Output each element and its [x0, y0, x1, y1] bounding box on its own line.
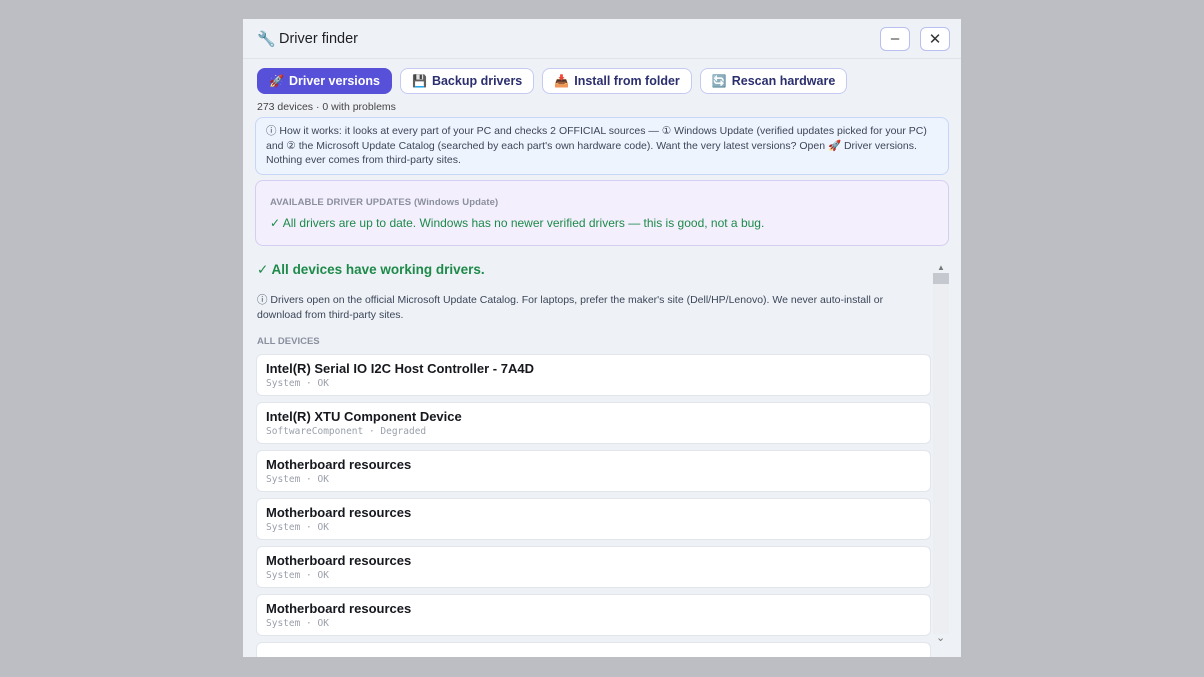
device-status: System · OK [266, 474, 329, 485]
driver-versions-button[interactable]: 🚀 Driver versions [257, 68, 392, 94]
install-from-folder-label: Install from folder [574, 74, 680, 88]
wrench-icon: 🔧 [257, 30, 276, 48]
install-from-folder-button[interactable]: 📥 Install from folder [542, 68, 692, 94]
device-list: Intel(R) Serial IO I2C Host Controller -… [256, 354, 931, 657]
drivers-ok-heading: ✓ All devices have working drivers. [257, 262, 485, 277]
device-name: Motherboard resources [266, 553, 412, 568]
device-status: SoftwareComponent · Degraded [266, 426, 427, 437]
minimize-button[interactable]: – [880, 26, 910, 51]
device-status: System · OK [266, 570, 329, 581]
available-updates-panel: AVAILABLE DRIVER UPDATES (Windows Update… [255, 179, 949, 246]
scroll-up-icon[interactable]: ▲ [937, 263, 945, 272]
device-name: Intel(R) Serial IO I2C Host Controller -… [266, 361, 534, 376]
catalog-note: ⓘ Drivers open on the official Microsoft… [257, 294, 884, 321]
device-row[interactable]: Motherboard resources System · OK [256, 498, 931, 540]
how-it-works-text: ⓘ How it works: it looks at every part o… [266, 125, 927, 166]
title-bar: 🔧 Driver finder – ✕ [243, 19, 961, 59]
device-name: Motherboard resources [266, 505, 412, 520]
device-summary: 273 devices · 0 with problems [257, 101, 396, 113]
scrollbar-thumb[interactable] [933, 273, 949, 284]
device-name: Intel(R) XTU Component Device [266, 409, 462, 424]
device-row[interactable]: Motherboard resources System · OK [256, 450, 931, 492]
devices-scroll-area[interactable]: ✓ All devices have working drivers. ⓘ Dr… [243, 259, 961, 657]
device-status: System · OK [266, 522, 329, 533]
install-icon: 📥 [554, 74, 570, 88]
rescan-icon: 🔄 [711, 74, 727, 88]
backup-drivers-label: Backup drivers [431, 74, 523, 88]
device-status: System · OK [266, 378, 329, 389]
backup-drivers-button[interactable]: 💾 Backup drivers [399, 68, 535, 94]
window-title: Driver finder [279, 30, 358, 47]
available-updates-title: AVAILABLE DRIVER UPDATES (Windows Update… [270, 196, 499, 208]
device-status: System · OK [266, 618, 329, 629]
save-icon: 💾 [411, 74, 427, 88]
updates-status-message: ✓ All drivers are up to date. Windows ha… [270, 215, 765, 230]
device-row[interactable]: Intel(R) Serial IO I2C Host Controller -… [256, 354, 931, 396]
device-row[interactable]: Motherboard resources System · OK [256, 546, 931, 588]
rescan-hardware-label: Rescan hardware [731, 74, 836, 88]
scroll-down-icon[interactable]: ⌄ [936, 631, 945, 644]
device-row[interactable]: Motherboard resources System · OK [256, 594, 931, 636]
all-devices-title: ALL DEVICES [257, 336, 320, 347]
rescan-hardware-button[interactable]: 🔄 Rescan hardware [699, 68, 848, 94]
device-name: Motherboard resources [266, 601, 412, 616]
driver-versions-label: Driver versions [288, 74, 380, 88]
vertical-scrollbar[interactable]: ▲ ⌄ [933, 259, 949, 657]
driver-finder-window: 🔧 Driver finder – ✕ 🚀 Driver versions 💾 … [243, 19, 961, 657]
device-name: Motherboard resources [266, 457, 412, 472]
how-it-works-info: ⓘ How it works: it looks at every part o… [255, 117, 949, 175]
rocket-icon: 🚀 [269, 74, 284, 88]
toolbar: 🚀 Driver versions 💾 Backup drivers 📥 Ins… [243, 59, 961, 94]
close-button[interactable]: ✕ [920, 26, 950, 51]
device-row-partial[interactable] [256, 642, 931, 657]
scrollbar-track[interactable] [933, 284, 949, 634]
device-row[interactable]: Intel(R) XTU Component Device SoftwareCo… [256, 402, 931, 444]
